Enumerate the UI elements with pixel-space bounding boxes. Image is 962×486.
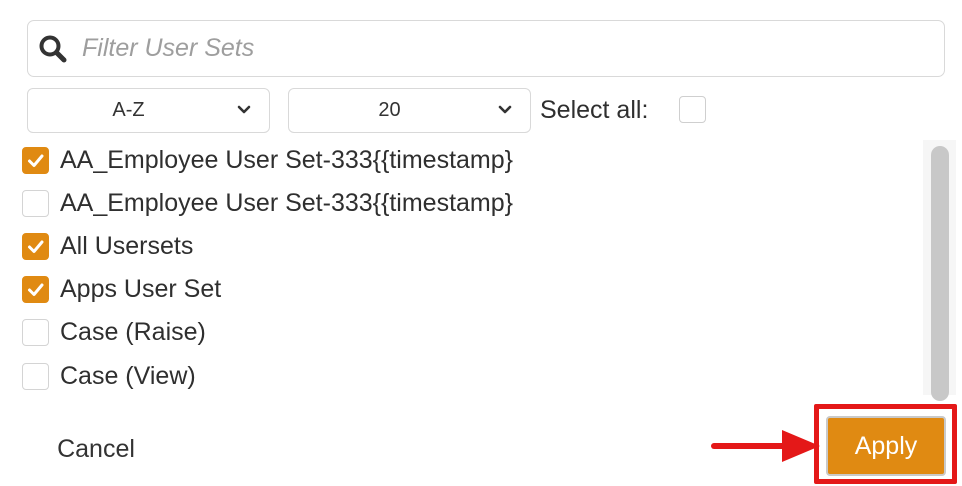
item-checkbox[interactable] [22,232,49,260]
cancel-button[interactable]: Cancel [36,428,156,470]
checkmark-icon [28,283,44,296]
item-checkbox[interactable] [22,146,49,174]
sort-select-value: A-Z [112,99,145,121]
user-set-list: AA_Employee User Set-333{{timestamp} AA_… [0,138,925,398]
page-size-select[interactable]: 20 [288,88,531,133]
item-label: All Usersets [60,231,194,260]
item-label: Case (View) [60,361,196,390]
list-item[interactable]: Apps User Set [22,272,221,306]
chevron-down-icon [237,105,251,114]
item-label: Apps User Set [60,274,222,303]
item-checkbox[interactable] [22,189,49,217]
list-item[interactable]: AA_Employee User Set-333{{timestamp} [22,186,513,220]
red-arrow-icon [711,430,820,462]
item-label: AA_Employee User Set-333{{timestamp} [60,145,514,174]
select-all-label: Select all: [540,96,649,124]
scrollbar-thumb[interactable] [931,146,949,401]
select-all-checkbox[interactable] [679,96,706,123]
item-checkbox[interactable] [22,362,49,390]
search-icon [39,35,67,63]
chevron-down-icon [498,105,512,114]
search-box[interactable] [27,20,945,77]
list-item[interactable]: Case (Raise) [22,315,206,349]
checkmark-icon [28,154,44,167]
item-checkbox[interactable] [22,318,49,346]
list-item[interactable]: Case (View) [22,359,196,393]
list-item[interactable]: AA_Employee User Set-333{{timestamp} [22,143,513,177]
page-size-select-value: 20 [378,99,401,121]
search-input[interactable] [82,21,932,76]
checkmark-icon [28,240,44,253]
item-label: AA_Employee User Set-333{{timestamp} [60,188,514,217]
sort-select[interactable]: A-Z [27,88,270,133]
list-item[interactable]: All Usersets [22,229,193,263]
apply-button[interactable]: Apply [826,416,946,476]
item-label: Case (Raise) [60,317,206,346]
item-checkbox[interactable] [22,275,49,303]
